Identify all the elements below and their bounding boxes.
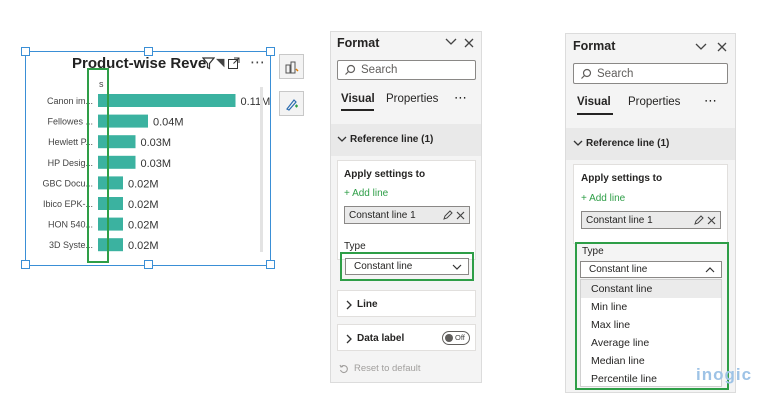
delete-icon[interactable]: [707, 216, 716, 225]
chevron-down-icon: [452, 264, 462, 270]
type-label: Type: [344, 241, 366, 252]
data-label: 0.04M: [153, 117, 184, 129]
data-label: 0.02M: [128, 178, 159, 190]
pane-title: Format: [573, 39, 616, 53]
bar-chart-visual[interactable]: Product-wise Reve ◥ ⋯ s Canon im... 0.11M F…: [21, 47, 275, 269]
type-label: Type: [582, 246, 604, 257]
reset-icon: [339, 364, 348, 373]
resize-handle-top-left[interactable]: [21, 47, 30, 56]
type-dropdown-value: Constant line: [354, 261, 413, 272]
chevron-right-icon: [346, 300, 352, 310]
search-placeholder: Search: [597, 67, 634, 80]
format-pane-expanded: Format Search Visual Properties ⋯ Refere…: [565, 33, 736, 393]
tab-active-indicator: [341, 109, 374, 111]
type-dropdown-value: Constant line: [589, 264, 648, 275]
apply-settings-card: Apply settings to + Add line Constant li…: [573, 164, 728, 244]
build-visual-icon: [285, 61, 299, 73]
apply-settings-card: Apply settings to + Add line Constant li…: [337, 160, 476, 260]
more-tabs-icon[interactable]: ⋯: [454, 90, 467, 106]
constant-line-chip[interactable]: Constant line 1: [344, 206, 470, 224]
add-line-button[interactable]: + Add line: [344, 188, 388, 199]
resize-handle-bottom-left[interactable]: [21, 260, 30, 269]
collapse-pane-icon[interactable]: [444, 36, 458, 51]
section-title: Reference line (1): [586, 138, 670, 149]
pane-title: Format: [337, 36, 380, 50]
category-label: GBC Docu...: [42, 178, 93, 188]
resize-handle-top[interactable]: [144, 47, 153, 56]
watermark-logo: inogic: [696, 365, 753, 384]
option-constant-line[interactable]: Constant line: [581, 280, 721, 298]
reference-line-section-header[interactable]: Reference line (1): [566, 128, 735, 160]
search-icon: [581, 68, 592, 79]
chart-plot-area: sCanon im... 0.11MFellowes ... 0.04MHewlet…: [42, 82, 271, 252]
close-icon[interactable]: [716, 40, 728, 58]
search-input[interactable]: Search: [573, 63, 728, 84]
resize-handle-bottom[interactable]: [144, 260, 153, 269]
data-label-section-label: Data label: [357, 333, 405, 344]
data-label: 0.02M: [128, 240, 159, 252]
line-section[interactable]: Line: [337, 290, 476, 317]
close-icon[interactable]: [463, 36, 475, 54]
chip-label: Constant line 1: [349, 209, 416, 221]
apply-settings-label: Apply settings to: [581, 173, 663, 184]
data-label: 0.03M: [141, 158, 172, 170]
data-label: 0.02M: [128, 199, 159, 211]
data-label-toggle[interactable]: Off: [442, 331, 470, 345]
add-line-button[interactable]: + Add line: [581, 193, 625, 204]
resize-handle-top-right[interactable]: [266, 47, 275, 56]
chevron-right-icon: [346, 334, 352, 344]
search-icon: [345, 64, 356, 75]
tab-properties[interactable]: Properties: [628, 96, 680, 108]
chevron-down-icon: [337, 136, 347, 142]
category-label: Ibico EPK-...: [43, 199, 93, 209]
format-pane: Format Search Visual Properties ⋯ Refere…: [330, 31, 482, 383]
more-tabs-icon[interactable]: ⋯: [704, 93, 717, 109]
collapse-pane-icon[interactable]: [694, 40, 708, 58]
chevron-down-icon: [573, 140, 583, 146]
type-dropdown[interactable]: Constant line: [580, 261, 722, 278]
reference-line-section-header[interactable]: Reference line (1): [331, 124, 481, 156]
axis-highlight-box: [87, 68, 109, 263]
option-min-line[interactable]: Min line: [581, 298, 721, 316]
chevron-up-icon: [705, 266, 715, 272]
data-label-section[interactable]: Data label Off: [337, 324, 476, 351]
tab-properties[interactable]: Properties: [386, 93, 438, 105]
edit-icon[interactable]: [442, 209, 453, 221]
type-dropdown[interactable]: Constant line: [345, 258, 469, 275]
tab-visual[interactable]: Visual: [341, 93, 375, 105]
search-input[interactable]: Search: [337, 60, 476, 80]
toggle-knob: [445, 334, 453, 342]
more-options-icon[interactable]: ⋯: [250, 53, 265, 71]
focus-mode-icon[interactable]: [227, 57, 240, 73]
option-max-line[interactable]: Max line: [581, 316, 721, 334]
data-label: 0.11M: [241, 96, 271, 108]
data-label: 0.03M: [141, 137, 172, 149]
bar[interactable]: [98, 94, 236, 107]
toggle-state-label: Off: [455, 333, 465, 342]
build-visual-button[interactable]: [279, 54, 304, 79]
option-average-line[interactable]: Average line: [581, 334, 721, 352]
section-title: Reference line (1): [350, 134, 434, 145]
scrollbar[interactable]: [260, 87, 263, 252]
paintbrush-icon: [285, 98, 298, 111]
reset-label: Reset to default: [354, 363, 421, 374]
tab-active-indicator: [577, 113, 613, 115]
reset-to-default-button[interactable]: Reset to default: [339, 363, 421, 374]
tab-visual[interactable]: Visual: [577, 96, 611, 108]
search-placeholder: Search: [361, 64, 398, 76]
delete-icon[interactable]: [456, 211, 465, 220]
line-section-label: Line: [357, 299, 378, 310]
filter-icon[interactable]: [201, 57, 216, 73]
title-overflow-glyph: ◥: [216, 57, 225, 69]
data-label: 0.02M: [128, 220, 159, 232]
constant-line-chip[interactable]: Constant line 1: [581, 211, 721, 229]
format-visual-button[interactable]: [279, 91, 304, 116]
apply-settings-label: Apply settings to: [344, 169, 426, 180]
resize-handle-bottom-right[interactable]: [266, 260, 275, 269]
chip-label: Constant line 1: [586, 214, 653, 226]
edit-icon[interactable]: [693, 214, 704, 226]
